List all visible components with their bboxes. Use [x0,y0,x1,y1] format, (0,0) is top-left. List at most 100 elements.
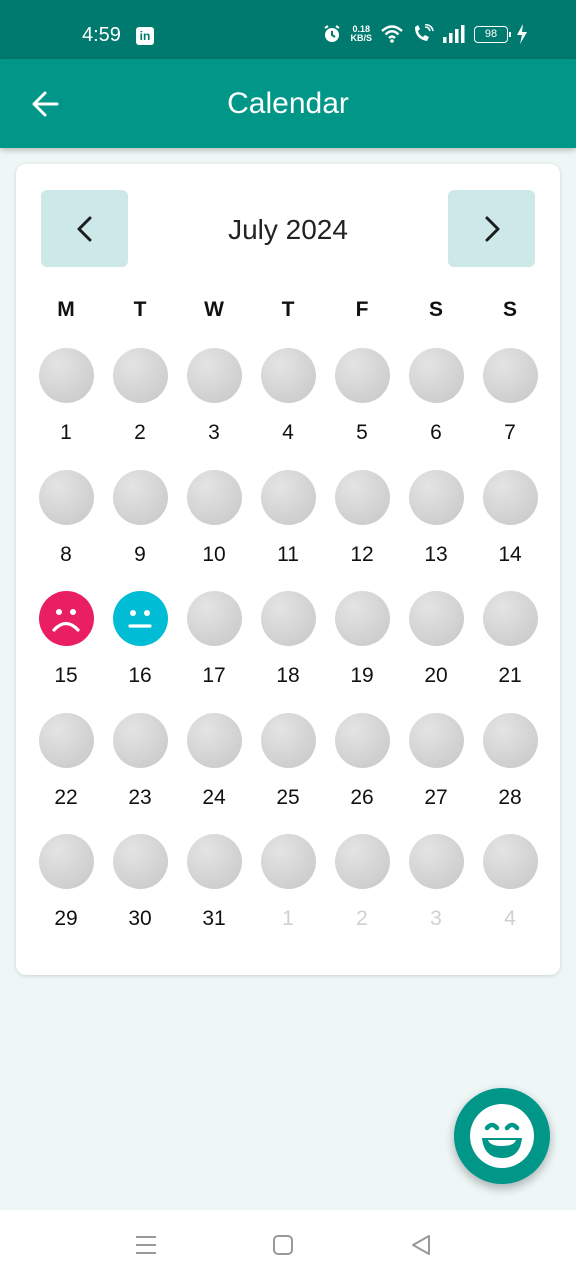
calendar-day[interactable]: 1 [38,348,94,445]
net-speed: 0.18 KB/S [350,25,372,43]
neutral-face-icon [128,609,152,628]
calendar-day[interactable]: 26 [334,712,390,810]
page-title: Calendar [227,87,349,120]
calendar-day[interactable]: 23 [112,712,168,810]
home-button[interactable] [268,1230,298,1260]
mood-indicator-neutral [112,591,168,646]
app-bar: Calendar [0,59,576,148]
alarm-icon [322,24,342,44]
weekday-label: F [355,298,369,321]
calendar-day[interactable]: 4 [260,348,316,445]
sad-face-icon [52,608,80,632]
back-nav-button[interactable] [406,1230,436,1260]
mood-placeholder [186,712,242,768]
day-number: 29 [54,907,78,930]
mood-indicator-sad [38,591,94,646]
calendar-day[interactable]: 16 [112,591,168,688]
calendar-day[interactable]: 4 [482,834,538,931]
calendar-day[interactable]: 25 [260,712,316,810]
mood-placeholder [260,834,316,889]
mood-placeholder [408,469,464,525]
calendar-day[interactable]: 3 [186,348,242,445]
mood-placeholder [112,348,168,403]
calendar-day[interactable]: 1 [260,834,316,931]
mood-placeholder [112,712,168,768]
day-number: 31 [202,907,226,930]
day-number: 2 [134,421,146,444]
next-month-button[interactable] [448,190,535,267]
weekday-label: S [502,298,517,321]
calendar-day[interactable]: 13 [408,469,464,567]
calendar-day[interactable]: 11 [260,469,316,567]
mood-placeholder [112,469,168,525]
mood-placeholder [482,469,538,525]
mood-placeholder [334,834,390,889]
calendar-day[interactable]: 24 [186,712,242,810]
calendar-day[interactable]: 8 [38,469,94,567]
signal-icon [442,25,466,43]
calendar-day[interactable]: 18 [260,591,316,688]
weekday-label: S [428,298,443,321]
system-navigation-bar [0,1210,576,1280]
mood-placeholder [186,469,242,525]
day-number: 2 [356,907,368,930]
calendar-day[interactable]: 28 [482,712,538,810]
calendar-day[interactable]: 30 [112,834,168,931]
calendar-day[interactable]: 31 [186,834,242,931]
laughing-face-icon [470,1104,534,1168]
day-number: 1 [282,907,294,930]
calendar-day[interactable]: 6 [408,348,464,445]
mood-placeholder [334,712,390,768]
day-number: 6 [430,421,442,444]
day-number: 21 [498,664,522,687]
mood-placeholder [408,591,464,646]
calendar-day[interactable]: 19 [334,591,390,688]
calendar-day[interactable]: 9 [112,469,168,567]
calendar-day[interactable]: 20 [408,591,464,688]
day-number: 22 [54,785,78,809]
recent-apps-button[interactable] [131,1230,161,1260]
mood-placeholder [482,834,538,889]
day-number: 12 [350,542,374,566]
mood-placeholder [38,712,94,768]
calendar-day[interactable]: 7 [482,348,538,445]
linkedin-icon: in [136,27,154,45]
calendar-day[interactable]: 5 [334,348,390,445]
mood-placeholder [38,834,94,889]
day-number: 27 [424,785,448,809]
calendar-day[interactable]: 2 [112,348,168,445]
day-number: 18 [276,664,300,687]
calendar-day[interactable]: 10 [186,469,242,567]
day-number: 4 [282,421,294,444]
calendar-day[interactable]: 2 [334,834,390,931]
calendar-day[interactable]: 17 [186,591,242,688]
calendar-day[interactable]: 27 [408,712,464,810]
menu-icon [136,1236,156,1254]
day-number: 30 [128,907,152,930]
calendar-day[interactable]: 12 [334,469,390,567]
calendar-day[interactable]: 14 [482,469,538,567]
mood-placeholder [408,834,464,889]
calendar-day[interactable]: 22 [38,712,94,810]
weekday-label: T [281,298,295,321]
mood-placeholder [408,348,464,403]
add-mood-fab[interactable] [454,1088,550,1184]
day-number: 24 [202,785,226,809]
calendar-day[interactable]: 21 [482,591,538,688]
day-number: 9 [134,542,146,566]
mood-placeholder [112,834,168,889]
wifi-call-icon [412,24,434,44]
day-number: 19 [350,664,374,687]
day-number: 1 [60,421,72,444]
day-number: 16 [128,664,152,687]
status-icons: 0.18 KB/S 98 [322,24,528,44]
chevron-right-icon [485,216,499,241]
day-number: 10 [202,542,226,566]
calendar-day[interactable]: 29 [38,834,94,931]
mood-placeholder [260,348,316,403]
day-number: 11 [277,542,299,566]
calendar-day[interactable]: 3 [408,834,464,931]
mood-placeholder [38,469,94,525]
calendar-day[interactable]: 15 [38,591,94,688]
weekday-label: W [204,298,224,321]
